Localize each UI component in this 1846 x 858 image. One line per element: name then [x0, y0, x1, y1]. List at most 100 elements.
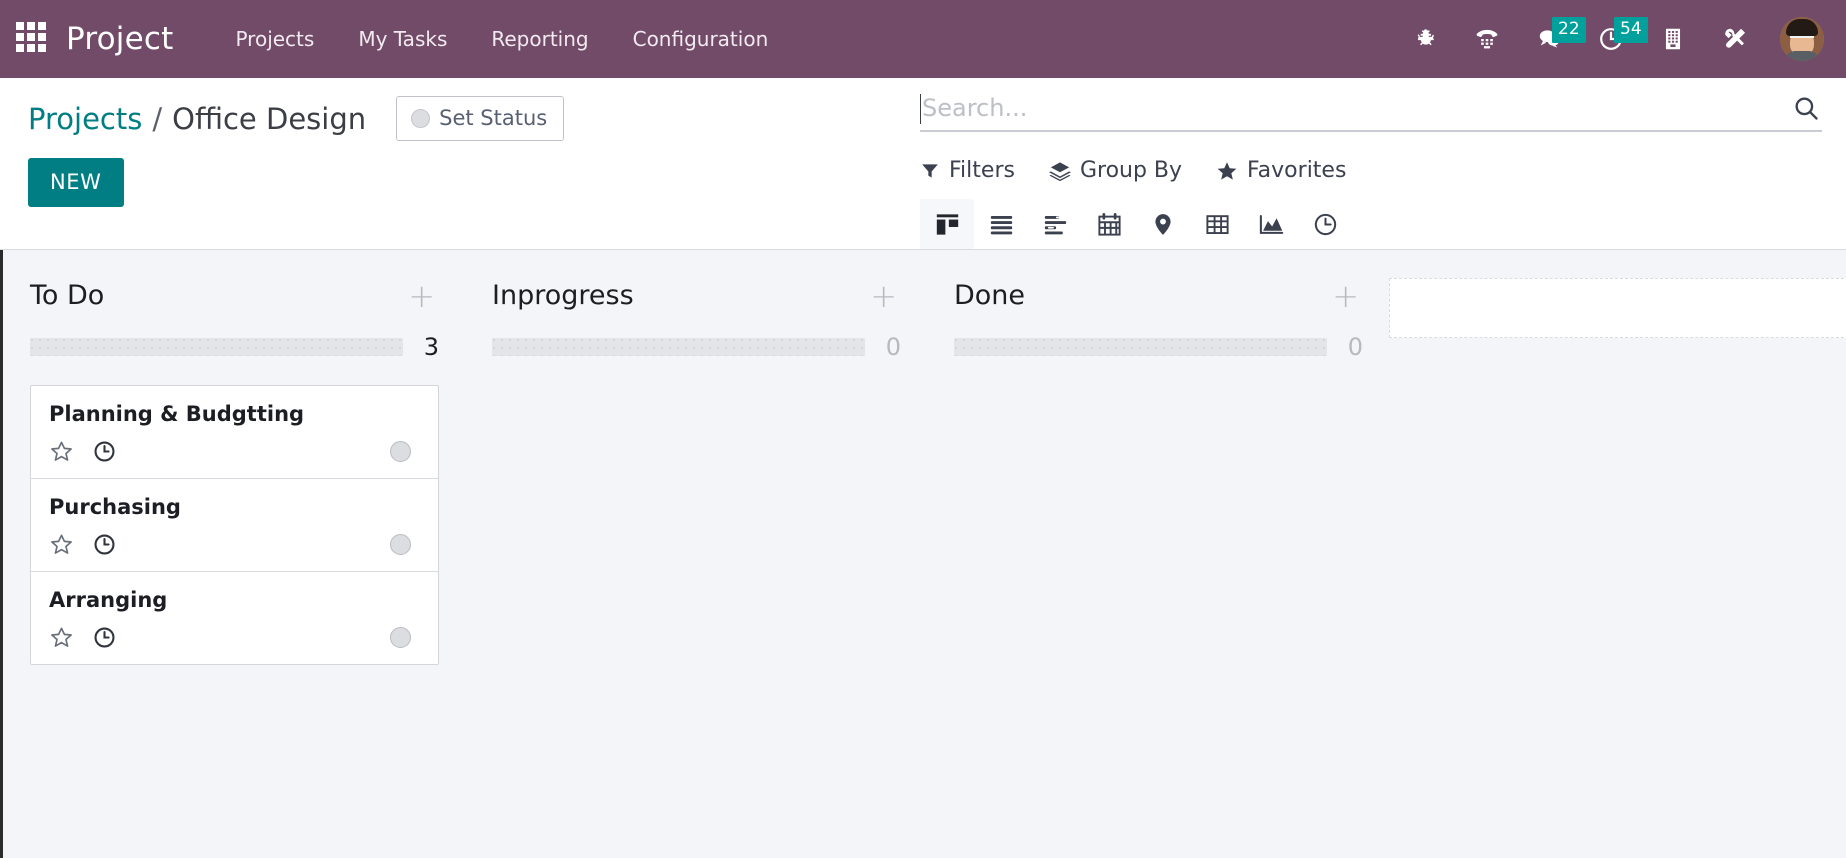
breadcrumb-separator: /: [152, 101, 163, 136]
top-navbar: Project Projects My Tasks Reporting Conf…: [0, 0, 1846, 78]
kanban-board: To Do + 3 Planning & Budgtting Purchasin…: [0, 250, 1846, 858]
kanban-column-to-do: To Do + 3 Planning & Budgtting Purchasin…: [3, 250, 465, 665]
breadcrumb-item-projects[interactable]: Projects: [28, 102, 142, 136]
search-input[interactable]: [920, 94, 1782, 124]
view-button-map[interactable]: [1136, 199, 1190, 249]
main-menu: Projects My Tasks Reporting Configuratio…: [213, 17, 790, 61]
group-by-button[interactable]: Group By: [1048, 158, 1183, 183]
user-avatar[interactable]: [1780, 17, 1824, 61]
kanban-card[interactable]: Purchasing: [31, 479, 438, 572]
search-icon[interactable]: [1782, 94, 1822, 124]
assignee-avatar[interactable]: [390, 441, 411, 462]
card-title: Arranging: [49, 588, 168, 612]
group-by-layers-icon: [1048, 161, 1071, 181]
star-outline-icon[interactable]: [49, 532, 74, 557]
filters-label: Filters: [949, 158, 1015, 183]
column-progress: 3: [30, 333, 439, 361]
add-record-plus-icon[interactable]: +: [866, 280, 901, 312]
breadcrumb-current-office-design: Office Design: [172, 101, 367, 136]
search-facet-buttons: Filters Group By Favorites: [920, 158, 1822, 183]
breadcrumb: Projects / Office Design Set Status: [28, 96, 920, 141]
view-switcher: [920, 199, 1822, 249]
column-title: Done: [954, 280, 1026, 311]
menu-item-my-tasks[interactable]: My Tasks: [336, 17, 469, 61]
column-title: To Do: [30, 280, 105, 311]
star-outline-icon[interactable]: [49, 625, 74, 650]
kanban-card[interactable]: Arranging: [31, 572, 438, 664]
filter-funnel-icon: [922, 163, 938, 178]
view-button-activity[interactable]: [1298, 199, 1352, 249]
view-button-kanban[interactable]: [920, 199, 974, 249]
list-view-icon: [990, 215, 1012, 234]
new-button[interactable]: NEW: [28, 158, 124, 207]
status-circle-icon: [411, 108, 431, 128]
system-tray: 22 54: [1394, 13, 1824, 65]
calendar-view-icon: [1097, 212, 1121, 236]
kanban-card[interactable]: Planning & Budgtting: [31, 386, 438, 479]
map-pin-view-icon: [1155, 213, 1171, 235]
add-record-plus-icon[interactable]: +: [404, 280, 439, 312]
column-header: Inprogress +: [492, 280, 901, 312]
menu-item-reporting[interactable]: Reporting: [469, 17, 610, 61]
add-record-plus-icon[interactable]: +: [1328, 280, 1363, 312]
assignee-avatar[interactable]: [390, 627, 411, 648]
add-column-placeholder[interactable]: [1389, 278, 1846, 338]
activities-clock-icon[interactable]: 54: [1580, 13, 1648, 65]
view-button-gantt[interactable]: [1028, 199, 1082, 249]
assignee-avatar[interactable]: [390, 534, 411, 555]
menu-item-projects[interactable]: Projects: [213, 17, 336, 61]
bug-icon[interactable]: [1394, 13, 1456, 65]
group-by-label: Group By: [1079, 158, 1183, 183]
set-status-button[interactable]: Set Status: [396, 96, 565, 141]
column-progress: 0: [954, 333, 1363, 361]
kanban-card-list: Planning & Budgtting Purchasing Arrangin…: [30, 385, 439, 665]
column-count: 0: [1347, 333, 1363, 361]
card-icon-group: [49, 532, 117, 557]
column-count: 3: [423, 333, 439, 361]
card-footer: [49, 439, 420, 464]
control-panel: Projects / Office Design Set Status NEW: [0, 78, 1846, 250]
search-bar: [920, 94, 1822, 132]
star-outline-icon[interactable]: [49, 439, 74, 464]
card-icon-group: [49, 439, 117, 464]
card-footer: [49, 532, 420, 557]
progress-bar[interactable]: [30, 338, 403, 356]
company-building-icon[interactable]: [1642, 13, 1704, 65]
gantt-view-icon: [1044, 215, 1066, 234]
favorites-button[interactable]: Favorites: [1216, 158, 1346, 183]
clock-icon[interactable]: [92, 625, 117, 650]
apps-grid-icon[interactable]: [16, 22, 50, 56]
card-title: Purchasing: [49, 495, 181, 519]
card-icon-group: [49, 625, 117, 650]
phone-dialpad-icon[interactable]: [1456, 13, 1518, 65]
menu-item-configuration[interactable]: Configuration: [611, 17, 791, 61]
kanban-view-icon: [936, 213, 958, 235]
card-footer: [49, 625, 420, 650]
column-count: 0: [885, 333, 901, 361]
view-button-calendar[interactable]: [1082, 199, 1136, 249]
column-header: Done +: [954, 280, 1363, 312]
view-button-list[interactable]: [974, 199, 1028, 249]
clock-icon[interactable]: [92, 439, 117, 464]
clock-icon[interactable]: [92, 532, 117, 557]
column-header: To Do +: [30, 280, 439, 312]
pivot-view-icon: [1205, 214, 1229, 234]
filters-button[interactable]: Filters: [920, 158, 1015, 183]
view-button-graph[interactable]: [1244, 199, 1298, 249]
messages-icon[interactable]: 22: [1518, 13, 1586, 65]
kanban-column-done: Done + 0: [927, 250, 1389, 361]
progress-bar[interactable]: [492, 338, 865, 356]
column-progress: 0: [492, 333, 901, 361]
developer-tools-icon[interactable]: [1704, 13, 1766, 65]
set-status-label: Set Status: [439, 106, 548, 130]
card-title: Planning & Budgtting: [49, 402, 305, 426]
progress-bar[interactable]: [954, 338, 1327, 356]
control-panel-left: Projects / Office Design Set Status NEW: [0, 78, 920, 249]
control-panel-right: Filters Group By Favorites: [920, 78, 1846, 249]
app-brand-title[interactable]: Project: [66, 21, 173, 57]
kanban-column-inprogress: Inprogress + 0: [465, 250, 927, 361]
activity-clock-view-icon: [1314, 213, 1336, 235]
view-button-pivot[interactable]: [1190, 199, 1244, 249]
favorites-label: Favorites: [1247, 158, 1347, 183]
graph-view-icon: [1259, 214, 1284, 234]
